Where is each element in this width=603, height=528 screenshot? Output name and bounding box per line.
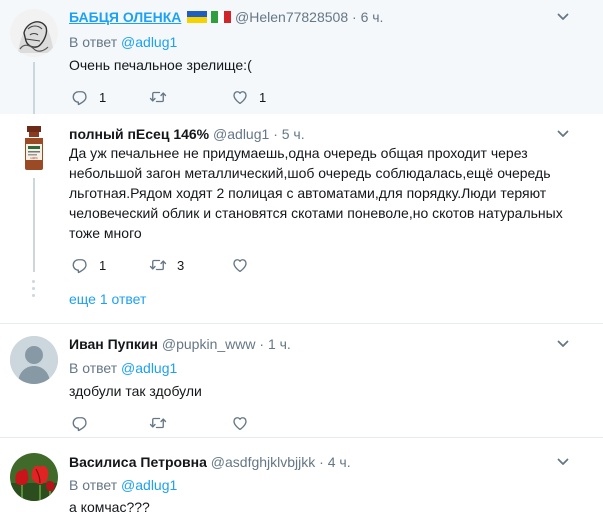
ukraine-flag-icon <box>187 9 208 23</box>
heart-icon <box>231 414 249 432</box>
italy-flag-icon <box>211 9 232 23</box>
separator-dot: · <box>319 454 324 470</box>
author-name[interactable]: полный пЕсец 146% <box>69 126 209 142</box>
author-name[interactable]: БАБЦЯ ОЛЕНКА <box>69 9 181 25</box>
timestamp[interactable]: 1 ч. <box>268 336 291 352</box>
chevron-down-icon[interactable] <box>557 338 569 350</box>
avatar[interactable] <box>10 9 58 57</box>
author-handle[interactable]: @pupkin_www <box>162 336 256 352</box>
avatar[interactable] <box>10 453 58 501</box>
timestamp[interactable]: 6 ч. <box>361 9 384 25</box>
tweet-text-line: человеческий облик и становятся скотами … <box>69 205 563 221</box>
tweet-item[interactable]: 146% полный пЕсец 146% @adlug1 · 5 ч. Да… <box>0 114 603 323</box>
separator-dot: · <box>259 336 265 352</box>
tweet-actions <box>69 413 329 433</box>
author-handle[interactable]: @asdfghjklvbjjkk <box>211 454 315 470</box>
tweet-text-line: тоже много <box>69 225 142 241</box>
timestamp[interactable]: 4 ч. <box>328 454 351 470</box>
reply-mention[interactable]: @adlug1 <box>121 34 177 50</box>
tweet-header: полный пЕсец 146% @adlug1 · 5 ч. <box>69 125 573 143</box>
reply-to-line: В ответ @adlug1 <box>69 359 177 377</box>
reply-icon <box>71 414 89 432</box>
tweet-text: здобули так здобули <box>69 383 202 399</box>
author-handle[interactable]: @Helen77828508 <box>235 9 348 25</box>
tweet-item[interactable]: Иван Пупкин @pupkin_www · 1 ч. В ответ @… <box>0 323 603 437</box>
heart-icon <box>231 88 249 106</box>
tweet-text: Очень печальное зрелище:( <box>69 57 252 73</box>
thread-line <box>33 178 35 272</box>
tweet-header: Иван Пупкин @pupkin_www · 1 ч. <box>69 335 573 353</box>
chevron-down-icon[interactable] <box>557 128 569 140</box>
separator-dot: · <box>273 126 278 142</box>
like-count: 1 <box>259 89 267 105</box>
tweet-item[interactable]: БАБЦЯ ОЛЕНКА @Helen77828508 · 6 ч. В отв… <box>0 0 603 114</box>
reply-button[interactable]: 1 <box>71 255 106 275</box>
reply-to-line: В ответ @adlug1 <box>69 476 177 494</box>
tweet-actions: 1 1 <box>69 87 329 107</box>
separator-dot: · <box>352 9 357 25</box>
reply-icon <box>71 256 89 274</box>
chevron-down-icon[interactable] <box>557 11 569 23</box>
reply-icon <box>71 88 89 106</box>
retweet-button[interactable]: 3 <box>149 255 184 275</box>
author-handle[interactable]: @adlug1 <box>213 126 269 142</box>
reply-mention[interactable]: @adlug1 <box>121 360 177 376</box>
reply-count: 1 <box>99 257 107 273</box>
svg-text:146%: 146% <box>30 156 38 160</box>
chevron-down-icon[interactable] <box>557 456 569 468</box>
retweet-icon <box>149 88 167 106</box>
reply-prefix: В ответ <box>69 477 118 493</box>
retweet-count: 3 <box>177 257 185 273</box>
retweet-button[interactable] <box>149 87 177 107</box>
tweet-header: БАБЦЯ ОЛЕНКА @Helen77828508 · 6 ч. <box>69 8 573 26</box>
like-button[interactable]: 1 <box>231 87 266 107</box>
retweet-button[interactable] <box>149 413 177 433</box>
tweet-text-line: Да уж печальнее не придумаешь,одна очере… <box>69 145 528 161</box>
reply-to-line: В ответ @adlug1 <box>69 33 177 51</box>
tweet-text: а комчас??? <box>69 499 150 515</box>
retweet-icon <box>149 256 167 274</box>
like-button[interactable] <box>231 413 259 433</box>
heart-icon <box>231 256 249 274</box>
reply-mention[interactable]: @adlug1 <box>121 477 177 493</box>
tweet-header: Василиса Петровна @asdfghjklvbjjkk · 4 ч… <box>69 453 573 471</box>
tweet-item[interactable]: Василиса Петровна @asdfghjklvbjjkk · 4 ч… <box>0 437 603 528</box>
author-name[interactable]: Василиса Петровна <box>69 454 207 470</box>
thread-dots <box>32 280 36 301</box>
author-name[interactable]: Иван Пупкин <box>69 336 158 352</box>
reply-count: 1 <box>99 89 107 105</box>
avatar[interactable] <box>10 336 58 384</box>
tweet-text-line: небольшой загон металлический,шоб очеред… <box>69 165 551 181</box>
timestamp[interactable]: 5 ч. <box>282 126 305 142</box>
tweet-actions: 1 3 <box>69 255 329 275</box>
like-button[interactable] <box>231 255 259 275</box>
thread-line <box>33 62 35 114</box>
show-more-replies-link[interactable]: еще 1 ответ <box>69 291 146 307</box>
retweet-icon <box>149 414 167 432</box>
reply-prefix: В ответ <box>69 360 118 376</box>
tweet-text: Да уж печальнее не придумаешь,одна очере… <box>69 143 589 243</box>
reply-prefix: В ответ <box>69 34 118 50</box>
tweet-text-line: льготная.Рядом ходят 2 полицая с автомат… <box>69 185 547 201</box>
reply-button[interactable] <box>71 413 99 433</box>
reply-button[interactable]: 1 <box>71 87 106 107</box>
avatar[interactable]: 146% <box>10 124 58 172</box>
